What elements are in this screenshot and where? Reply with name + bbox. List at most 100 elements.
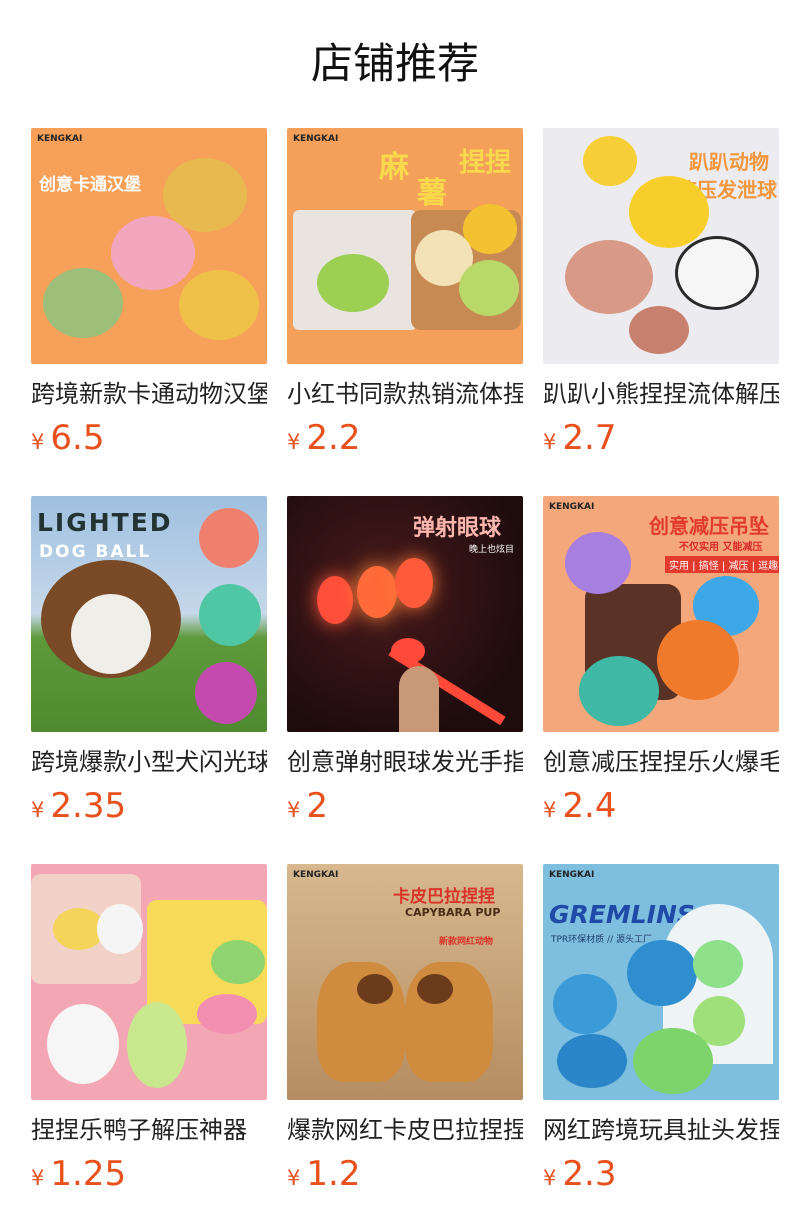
white-duck-image bbox=[47, 1004, 119, 1084]
eyeball-toy-image bbox=[395, 558, 433, 608]
product-name[interactable]: 小红书同款热销流体捏捏 bbox=[287, 377, 523, 411]
price-value: 2.4 bbox=[562, 786, 617, 826]
capybara-nose-image bbox=[417, 974, 453, 1004]
product-image[interactable]: 弹射眼球 晚上也炫目 bbox=[287, 496, 523, 732]
product-name[interactable]: 创意弹射眼球发光手指 bbox=[287, 745, 523, 779]
image-caption: 薯 bbox=[417, 176, 447, 211]
orange-fuzzy-ball-image bbox=[657, 620, 739, 700]
burger-duck-image bbox=[179, 270, 259, 340]
brand-logo: KENGKAI bbox=[549, 502, 595, 512]
currency-symbol: ¥ bbox=[543, 430, 557, 454]
glowing-ball-image bbox=[195, 662, 257, 724]
currency-symbol: ¥ bbox=[543, 1166, 557, 1190]
currency-symbol: ¥ bbox=[287, 430, 301, 454]
image-caption: 麻 bbox=[379, 150, 409, 185]
product-price: ¥2.4 bbox=[543, 784, 616, 828]
product-image[interactable]: LIGHTED DOG BALL bbox=[31, 496, 267, 732]
image-caption: 创意减压吊坠 bbox=[649, 514, 769, 538]
product-card[interactable]: KENGKAI GREMLINS TPR环保材质 // 源头工厂 网红跨境玩具扯… bbox=[543, 864, 779, 1232]
currency-symbol: ¥ bbox=[31, 430, 45, 454]
product-card[interactable]: 弹射眼球 晚上也炫目 创意弹射眼球发光手指 ¥2 bbox=[287, 496, 523, 864]
price-value: 2.35 bbox=[50, 786, 127, 826]
eyeball-toy-image bbox=[391, 638, 425, 664]
green-duck-image bbox=[127, 1002, 187, 1088]
blue-gremlin-image bbox=[553, 974, 617, 1034]
product-name[interactable]: 网红跨境玩具扯头发捏捏 bbox=[543, 1113, 779, 1147]
yellow-mochi-image bbox=[463, 204, 517, 254]
image-caption: 弹射眼球 bbox=[413, 516, 502, 541]
price-value: 6.5 bbox=[50, 418, 105, 458]
product-card[interactable]: KENGKAI 卡皮巴拉捏捏 CAPYBARA PUP 新款网红动物 爆款网红卡… bbox=[287, 864, 523, 1232]
product-price: ¥2.35 bbox=[31, 784, 126, 828]
product-name[interactable]: 捏捏乐鸭子解压神器 bbox=[31, 1113, 267, 1147]
price-value: 2.3 bbox=[562, 1154, 617, 1194]
green-duck-image bbox=[211, 940, 265, 984]
pig-squishy-image bbox=[565, 240, 653, 314]
product-price: ¥2.2 bbox=[287, 416, 360, 460]
burger-pig-image bbox=[111, 216, 195, 290]
product-name[interactable]: 跨境爆款小型犬闪光球 bbox=[31, 745, 267, 779]
image-caption: 晚上也炫目 bbox=[469, 545, 515, 555]
product-price: ¥2 bbox=[287, 784, 328, 828]
glowing-ball-image bbox=[199, 508, 259, 568]
glowing-ball-image bbox=[199, 584, 261, 646]
product-card[interactable]: 捏捏乐鸭子解压神器 ¥1.25 bbox=[31, 864, 267, 1232]
product-card[interactable]: KENGKAI 麻 薯 捏捏 小红书同款热销流体捏捏 ¥2.2 bbox=[287, 128, 523, 496]
product-name[interactable]: 跨境新款卡通动物汉堡 bbox=[31, 377, 267, 411]
product-card[interactable]: KENGKAI 创意卡通汉堡 跨境新款卡通动物汉堡 ¥6.5 bbox=[31, 128, 267, 496]
pink-duck-image bbox=[197, 994, 257, 1034]
product-grid: KENGKAI 创意卡通汉堡 跨境新款卡通动物汉堡 ¥6.5 KENGKAI 麻… bbox=[31, 128, 779, 1232]
price-value: 2 bbox=[306, 786, 329, 826]
burger-bear-image bbox=[163, 158, 247, 232]
product-name[interactable]: 趴趴小熊捏捏流体解压 bbox=[543, 377, 779, 411]
image-caption: 捏捏 bbox=[459, 148, 512, 178]
price-value: 2.2 bbox=[306, 418, 361, 458]
product-name[interactable]: 爆款网红卡皮巴拉捏捏 bbox=[287, 1113, 523, 1147]
brand-logo: KENGKAI bbox=[293, 870, 339, 880]
product-card[interactable]: 趴趴动物 挤压发泄球 趴趴小熊捏捏流体解压 ¥2.7 bbox=[543, 128, 779, 496]
bear-squishy-image bbox=[629, 306, 689, 354]
product-image[interactable] bbox=[31, 864, 267, 1100]
currency-symbol: ¥ bbox=[543, 798, 557, 822]
eyeball-toy-image bbox=[357, 566, 397, 618]
product-image[interactable]: KENGKAI 卡皮巴拉捏捏 CAPYBARA PUP 新款网红动物 bbox=[287, 864, 523, 1100]
product-card[interactable]: LIGHTED DOG BALL 跨境爆款小型犬闪光球 ¥2.35 bbox=[31, 496, 267, 864]
product-price: ¥1.25 bbox=[31, 1152, 126, 1196]
image-caption: CAPYBARA PUP bbox=[405, 906, 501, 919]
product-image[interactable]: KENGKAI 麻 薯 捏捏 bbox=[287, 128, 523, 364]
green-mochi-image bbox=[317, 254, 389, 312]
product-price: ¥2.7 bbox=[543, 416, 616, 460]
blue-gremlin-image bbox=[557, 1034, 627, 1088]
product-card[interactable]: KENGKAI 创意减压吊坠 不仅实用 又能减压 实用 | 搞怪 | 减压 | … bbox=[543, 496, 779, 864]
currency-symbol: ¥ bbox=[287, 798, 301, 822]
image-caption: GREMLINS bbox=[549, 900, 695, 929]
product-image[interactable]: KENGKAI 创意减压吊坠 不仅实用 又能减压 实用 | 搞怪 | 减压 | … bbox=[543, 496, 779, 732]
product-image[interactable]: 趴趴动物 挤压发泄球 bbox=[543, 128, 779, 364]
brand-logo: KENGKAI bbox=[549, 870, 595, 880]
blue-gremlin-image bbox=[627, 940, 697, 1006]
image-caption: 新款网红动物 bbox=[439, 937, 494, 947]
white-duck-image bbox=[97, 904, 143, 954]
duck-squishy-image bbox=[583, 136, 637, 186]
image-caption: 卡皮巴拉捏捏 bbox=[393, 887, 495, 907]
image-caption: LIGHTED bbox=[37, 508, 173, 537]
price-value: 1.25 bbox=[50, 1154, 127, 1194]
green-gremlin-image bbox=[633, 1028, 713, 1094]
product-image[interactable]: KENGKAI GREMLINS TPR环保材质 // 源头工厂 bbox=[543, 864, 779, 1100]
image-caption: 实用 | 搞怪 | 减压 | 逗趣 bbox=[665, 556, 779, 573]
currency-symbol: ¥ bbox=[31, 1166, 45, 1190]
currency-symbol: ¥ bbox=[287, 1166, 301, 1190]
panda-squishy-image bbox=[675, 236, 759, 310]
currency-symbol: ¥ bbox=[31, 798, 45, 822]
capybara-nose-image bbox=[357, 974, 393, 1004]
product-price: ¥1.2 bbox=[287, 1152, 360, 1196]
eyeball-toy-image bbox=[317, 576, 353, 624]
product-price: ¥2.3 bbox=[543, 1152, 616, 1196]
product-name[interactable]: 创意减压捏捏乐火爆毛毛球 bbox=[543, 745, 779, 779]
image-caption: 创意卡通汉堡 bbox=[39, 175, 141, 195]
green-mochi-image bbox=[459, 260, 519, 316]
duck-squishy-image bbox=[629, 176, 709, 248]
image-caption: DOG BALL bbox=[39, 542, 152, 562]
teal-fuzzy-ball-image bbox=[579, 656, 659, 726]
product-image[interactable]: KENGKAI 创意卡通汉堡 bbox=[31, 128, 267, 364]
